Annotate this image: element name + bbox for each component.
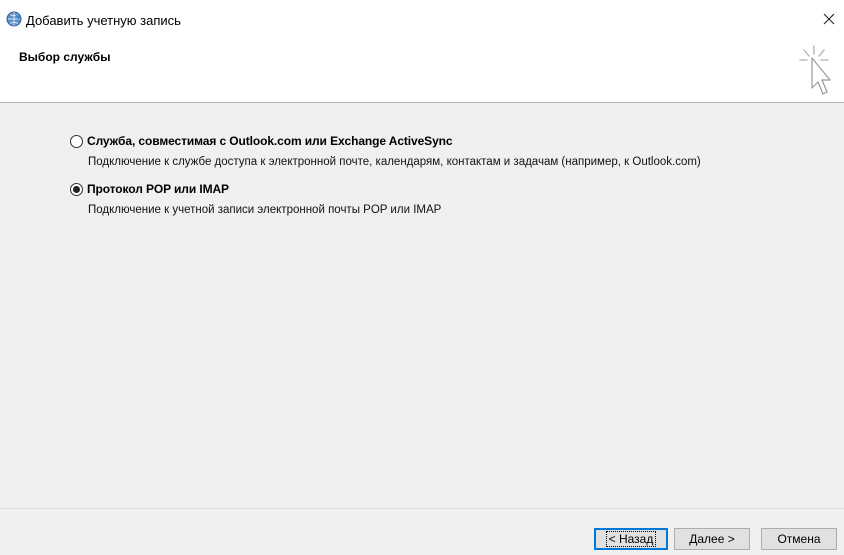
wizard-header: Выбор службы [0,40,844,103]
option-description: Подключение к учетной записи электронной… [88,204,442,216]
window-title: Добавить учетную запись [26,13,181,28]
option-pop-imap: Протокол POP или IMAP Подключение к учет… [70,182,441,216]
next-button-label: Далее > [689,532,735,546]
page-title: Выбор службы [19,50,111,64]
radio-exchange-activesync[interactable] [70,134,83,148]
outlook-globe-icon [6,11,22,27]
title-bar: Добавить учетную запись [0,0,844,40]
option-description: Подключение к службе доступа к электронн… [88,156,701,168]
back-button[interactable]: < Назад [594,528,668,550]
footer-divider [0,508,844,509]
cancel-button[interactable]: Отмена [761,528,837,550]
option-label[interactable]: Служба, совместимая с Outlook.com или Ex… [87,134,453,148]
add-account-dialog: Добавить учетную запись Выбор службы Слу… [0,0,844,555]
back-button-label: < Назад [605,531,657,547]
radio-option-row[interactable]: Протокол POP или IMAP [70,182,441,196]
cancel-button-label: Отмена [777,532,821,546]
option-exchange-activesync: Служба, совместимая с Outlook.com или Ex… [70,134,701,168]
close-button[interactable] [814,4,844,34]
option-label[interactable]: Протокол POP или IMAP [87,182,229,196]
radio-pop-imap[interactable] [70,182,83,196]
next-button[interactable]: Далее > [674,528,750,550]
wizard-cursor-icon [796,44,836,100]
close-icon [823,13,835,25]
radio-option-row[interactable]: Служба, совместимая с Outlook.com или Ex… [70,134,701,148]
